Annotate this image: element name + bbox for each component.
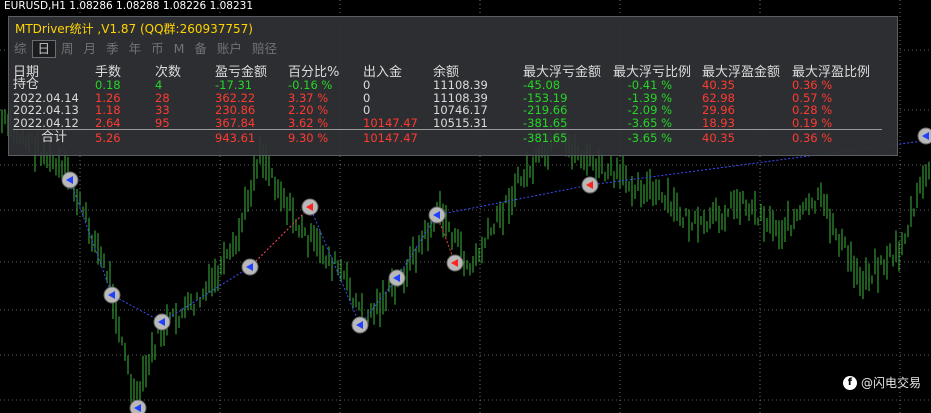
cell: 3.62 % (288, 115, 329, 130)
cell: 943.61 (215, 129, 288, 145)
stats-table: 日期 手数 次数 盈亏金额 百分比% 出入金 余额 最大浮亏金额 最大浮亏比例 … (13, 61, 882, 145)
tab-day[interactable]: 日 (31, 40, 57, 58)
cell: 18.93 (702, 115, 735, 130)
cell: 0.18 (95, 78, 121, 92)
cell: -17.31 (215, 78, 253, 92)
table-header-row: 日期 手数 次数 盈亏金额 百分比% 出入金 余额 最大浮亏金额 最大浮亏比例 … (13, 61, 882, 79)
tab-currency[interactable]: 币 (146, 40, 169, 58)
watermark: f @闪电交易 (842, 374, 921, 391)
cell: 0 (363, 78, 371, 92)
cell: 0 (363, 103, 371, 117)
tab-note[interactable]: 备 (189, 40, 212, 58)
cell: 0 (363, 90, 371, 105)
col-lots: 手数 (95, 64, 122, 80)
cell: 29.96 (702, 103, 735, 117)
table-row: 2022.04.12 2.64 95 367.84 3.62 % 10147.4… (13, 115, 882, 130)
cell: 11108.39 (433, 78, 488, 92)
panel-title: MTDriver统计 ,V1.87 (QQ群:260937757) (15, 22, 253, 36)
cell: 10515.31 (433, 115, 488, 130)
cell: 367.84 (215, 115, 256, 130)
cell: -219.66 (523, 103, 568, 117)
col-percent: 百分比% (288, 64, 340, 80)
cell: 1.18 (95, 103, 121, 117)
cell: 0.19 % (792, 115, 833, 130)
cell: 10147.47 (363, 115, 418, 130)
col-max-float-loss: 最大浮亏金额 (523, 64, 602, 80)
cell: 9.30 % (288, 129, 363, 145)
cell: 0.28 % (792, 103, 833, 117)
cell: -45.08 (523, 78, 561, 92)
cell: 5.26 (95, 129, 155, 145)
cell: 0.36 % (792, 78, 833, 92)
col-max-float-profit: 最大浮盈金额 (702, 64, 781, 80)
table-row: 2022.04.13 1.18 33 230.86 2.20 % 0 10746… (13, 104, 882, 117)
table-row-position: 持仓 0.18 4 -17.31 -0.16 % 0 11108.39 -45.… (13, 77, 882, 92)
symbol-quote-line: EURUSD,H1 1.08286 1.08288 1.08226 1.0823… (4, 0, 253, 12)
statistics-panel: MTDriver统计 ,V1.87 (QQ群:260937757) 综 日 周 … (8, 16, 898, 156)
facebook-icon: f (842, 375, 857, 390)
tab-summary[interactable]: 综 (9, 40, 32, 58)
col-deposit: 出入金 (363, 64, 403, 80)
tab-year[interactable]: 年 (124, 40, 147, 58)
cell: -0.16 % (288, 78, 333, 92)
tab-path[interactable]: 赔径 (247, 40, 282, 58)
col-count: 次数 (155, 64, 182, 80)
cell: 持仓 (13, 77, 40, 92)
period-tabs: 综 日 周 月 季 年 币 M 备 账户 赔径 (9, 40, 282, 58)
col-max-float-loss-pct: 最大浮亏比例 (613, 64, 692, 80)
cell: 2.20 % (288, 103, 329, 117)
cell: 0.36 % (792, 129, 882, 145)
cell: 95 (155, 115, 170, 130)
cell: 2022.04.12 (13, 115, 79, 130)
cell: 40.35 (702, 129, 792, 145)
cell: -381.65 (523, 129, 613, 145)
cell: 33 (155, 103, 170, 117)
cell: -381.65 (523, 115, 568, 130)
cell: 40.35 (702, 78, 735, 92)
tab-week[interactable]: 周 (56, 40, 79, 58)
cell: 10746.17 (433, 103, 488, 117)
tab-quarter[interactable]: 季 (101, 40, 124, 58)
watermark-text: @闪电交易 (860, 376, 921, 390)
cell: 10147.47 (363, 129, 433, 145)
cell: 2022.04.13 (13, 103, 79, 117)
cell: -3.65 % (613, 129, 702, 145)
cell: 2.64 (95, 115, 121, 130)
col-max-float-profit-pct: 最大浮盈比例 (792, 64, 871, 80)
cell: -0.41 % (627, 78, 672, 92)
table-total-row: 合计 5.26 943.61 9.30 % 10147.47 -381.65 -… (13, 129, 882, 145)
tab-account[interactable]: 账户 (212, 40, 247, 58)
cell: -2.09 % (627, 103, 672, 117)
cell (433, 129, 523, 145)
cell: 合计 (13, 129, 95, 145)
cell: -3.65 % (627, 115, 672, 130)
col-pnl: 盈亏金额 (215, 64, 268, 80)
cell: 4 (155, 78, 163, 92)
col-balance: 余额 (433, 64, 460, 80)
tab-month[interactable]: 月 (79, 40, 102, 58)
cell: 230.86 (215, 103, 256, 117)
cell (155, 129, 215, 145)
tab-magic[interactable]: M (169, 40, 190, 58)
